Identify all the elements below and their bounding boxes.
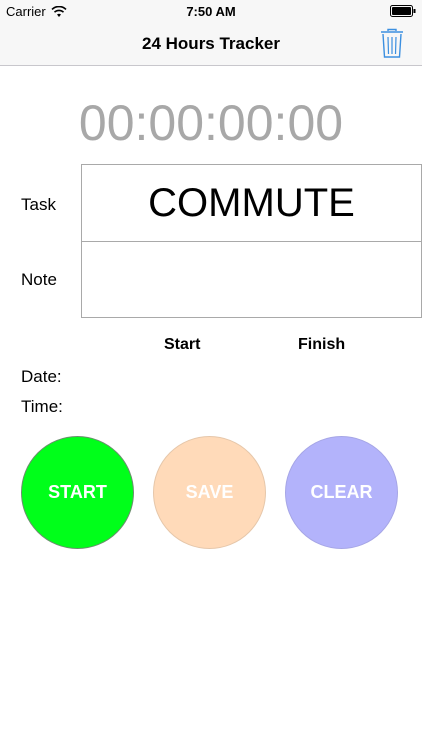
elapsed-timer: 00:00:00:00 (78, 95, 344, 151)
start-button[interactable]: START (21, 436, 134, 549)
task-label: Task (21, 195, 56, 214)
trash-icon[interactable] (380, 28, 404, 58)
save-button[interactable]: SAVE (153, 436, 266, 549)
status-bar: Carrier 7:50 AM (0, 0, 422, 22)
battery-icon (390, 5, 416, 17)
task-field[interactable]: COMMUTE (81, 164, 422, 242)
note-field[interactable] (81, 241, 422, 318)
time-label: Time: (21, 397, 63, 416)
date-label: Date: (21, 367, 62, 386)
status-time: 7:50 AM (186, 4, 236, 19)
navigation-bar: 24 Hours Tracker (0, 22, 422, 66)
start-column-header: Start (164, 336, 201, 353)
note-label: Note (21, 270, 57, 289)
page-title: 24 Hours Tracker (142, 34, 280, 53)
finish-column-header: Finish (298, 336, 346, 353)
clear-button[interactable]: CLEAR (285, 436, 398, 549)
